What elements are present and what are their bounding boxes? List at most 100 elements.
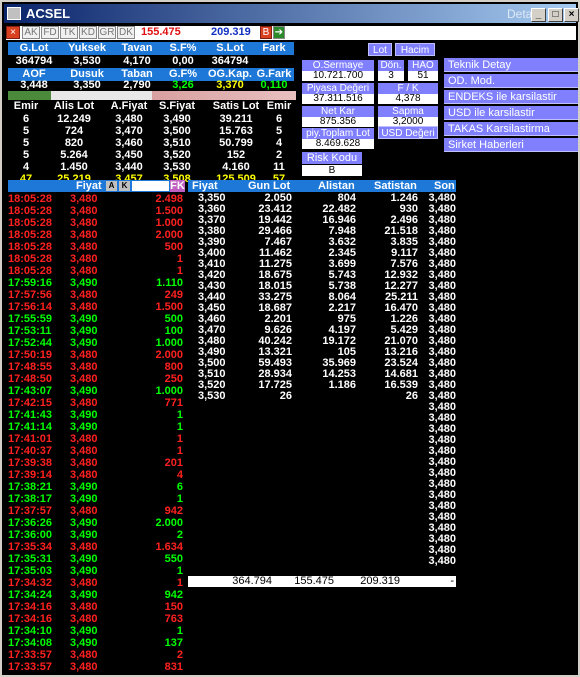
trade-row: 17:56:14 3,480 1.500: [8, 301, 185, 313]
trade-time: 17:55:59: [8, 313, 53, 325]
toolbar: × AK FD TK KD GR DK 155.475 209.319 B ➔: [6, 26, 576, 40]
levels-totals: 364.794 155.475 209.319 -: [188, 576, 456, 587]
levels-header-satistan: Satistan: [374, 180, 417, 192]
tab-ak[interactable]: AK: [22, 26, 40, 39]
trade-qty: 2: [176, 649, 183, 661]
close-x-icon[interactable]: ×: [6, 26, 20, 39]
side-menu-item-3[interactable]: USD ile karsilastir: [444, 106, 578, 120]
tab-fd[interactable]: FD: [41, 26, 59, 39]
trade-time: 17:34:10: [8, 625, 53, 637]
sort-k-button[interactable]: K: [119, 181, 130, 191]
depth-row-2-4: 50.799: [219, 137, 253, 149]
arrow-right-icon[interactable]: ➔: [273, 26, 285, 39]
summary-r2-5: 0,110: [260, 79, 288, 91]
summary-r1-1: 3,530: [73, 55, 101, 67]
depth-row-1-4: 15.763: [219, 125, 253, 137]
trade-qty: 771: [164, 397, 183, 409]
tab-kd[interactable]: KD: [79, 26, 97, 39]
depth-row-4-4: 4.160: [222, 161, 250, 173]
fk-button[interactable]: FK: [170, 180, 185, 192]
level-row: 3,480: [192, 556, 456, 567]
trade-row: 17:52:44 3,490 1.000: [8, 337, 185, 349]
summary-r1-3: 0,00: [172, 55, 194, 67]
summary-r2-1: 3,350: [73, 79, 101, 91]
close-button[interactable]: ×: [564, 8, 579, 22]
trade-row: 17:48:55 3,480 800: [8, 361, 185, 373]
summary-r1-5: [254, 55, 294, 67]
side-menu-item-0[interactable]: Teknik Detay: [444, 58, 578, 72]
tab-gr[interactable]: GR: [98, 26, 116, 39]
trade-row: 18:05:28 3,480 1: [8, 265, 185, 277]
trade-row: 17:48:50 3,480 250: [8, 373, 185, 385]
app-icon: [7, 7, 21, 20]
trade-time: 17:34:16: [8, 613, 53, 625]
hacim-button[interactable]: Hacim: [395, 43, 435, 56]
tab-dk[interactable]: DK: [117, 26, 135, 39]
trade-price: 3,480: [70, 601, 98, 613]
trade-qty: 1.500: [155, 205, 183, 217]
trade-qty: 1.500: [155, 301, 183, 313]
trade-row: 17:33:57 3,480 2: [8, 649, 185, 661]
level-row: 3,480: [192, 501, 456, 512]
depth-row-3-0: 5: [22, 149, 30, 161]
depth-row-0-4: 39.211: [219, 113, 253, 125]
trade-qty: 201: [164, 457, 183, 469]
tab-tk[interactable]: TK: [60, 26, 78, 39]
trade-row: 17:34:10 3,490 1: [8, 625, 185, 637]
b-button[interactable]: B: [260, 26, 272, 39]
trade-row: 17:38:21 3,490 6: [8, 481, 185, 493]
filter-input[interactable]: [132, 181, 169, 191]
depth-row-3-2: 3,450: [115, 149, 143, 161]
title-bar: ACSEL Detay _ □ ×: [4, 4, 579, 23]
trade-price: 3,480: [70, 649, 98, 661]
summary-r1-2: 4,170: [123, 55, 151, 67]
minimize-button[interactable]: _: [531, 8, 546, 22]
trade-row: 17:41:01 3,480 1: [8, 433, 185, 445]
side-menu-item-2[interactable]: ENDEKS ile karsilastir: [444, 90, 578, 104]
trade-price: 3,480: [70, 217, 98, 229]
sort-a-button[interactable]: A: [106, 181, 117, 191]
trade-row: 17:34:08 3,490 137: [8, 637, 185, 649]
trade-time: 17:41:14: [8, 421, 53, 433]
summary-r2-4: 3,370: [216, 79, 244, 91]
trade-row: 18:05:28 3,480 1.000: [8, 217, 185, 229]
summary-h1-3: S.F%: [160, 42, 206, 55]
levels-header-alistan: Alistan: [318, 180, 355, 192]
lot-button[interactable]: Lot: [368, 43, 392, 56]
trade-price: 3,480: [70, 205, 98, 217]
trade-qty: 2.000: [155, 517, 183, 529]
trade-qty: 1: [176, 265, 183, 277]
depth-row-4-1: 1.450: [60, 161, 88, 173]
usd-degeri-button[interactable]: USD Değeri: [378, 126, 438, 139]
side-menu-item-1[interactable]: OD. Mod.: [444, 74, 578, 88]
trade-row: 17:39:14 3,480 4: [8, 469, 185, 481]
trade-qty: 1: [176, 421, 183, 433]
trade-price: 3,490: [70, 529, 98, 541]
levels-header-gunlot: Gun Lot: [248, 180, 291, 192]
side-menu-item-4[interactable]: TAKAS Karsilastirma: [444, 122, 578, 136]
trade-row: 17:55:59 3,490 500: [8, 313, 185, 325]
level-row: 3,480: [192, 446, 456, 457]
trade-price: 3,490: [70, 385, 98, 397]
depth-header-1: Alis Lot: [46, 100, 102, 113]
side-menu-item-5[interactable]: Sirket Haberleri: [444, 138, 578, 152]
depth-row-1-5: 5: [275, 125, 283, 137]
total-son: -: [450, 575, 454, 587]
trade-time: 17:39:14: [8, 469, 53, 481]
hao-value: 51: [408, 71, 438, 81]
piyasa-value: 37.311.516: [302, 94, 374, 104]
trade-price: 3,480: [70, 577, 98, 589]
trade-time: 18:05:28: [8, 229, 53, 241]
trade-time: 17:50:19: [8, 349, 53, 361]
trade-row: 18:05:28 3,480 500: [8, 241, 185, 253]
level-price: 3,530: [198, 390, 226, 402]
depth-row-4-5: 11: [273, 161, 285, 173]
trade-time: 18:05:28: [8, 265, 53, 277]
depth-row-2-3: 3,510: [163, 137, 191, 149]
trade-qty: 942: [164, 505, 183, 517]
trade-time: 18:05:28: [8, 217, 53, 229]
level-row: 3,480: [192, 402, 456, 413]
maximize-button[interactable]: □: [548, 8, 563, 22]
trade-qty: 100: [164, 325, 183, 337]
trade-qty: 1: [176, 577, 183, 589]
